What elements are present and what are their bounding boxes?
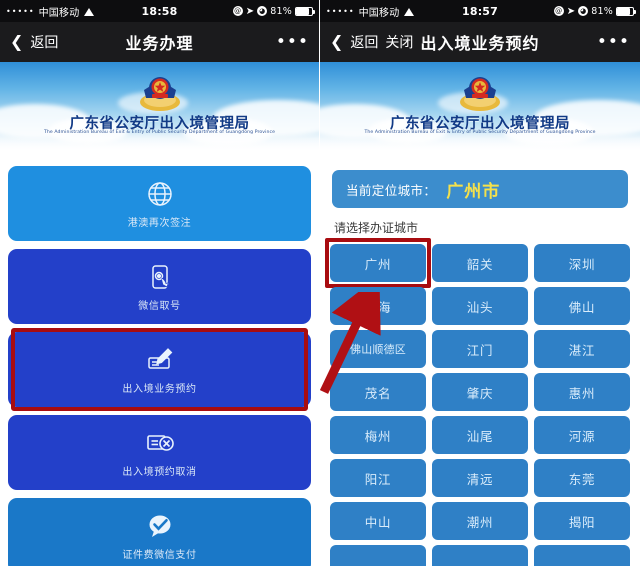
wifi-icon <box>83 7 95 16</box>
right-screen: ••••• 中国移动 18:57 @ ➤ ◕ 81% ❮ 返回 关闭 出入境业务… <box>320 0 640 566</box>
menu-item-wechat-payment[interactable]: 证件费微信支付 <box>8 498 311 566</box>
rotation-lock-icon: @ <box>553 6 564 16</box>
choose-city-label: 请选择办证城市 <box>334 221 419 235</box>
current-location-city: 广州市 <box>446 181 501 202</box>
status-left-group: ••••• 中国移动 <box>326 4 462 19</box>
nav-bar-right: ❮ 返回 关闭 出入境业务预约 ••• <box>320 22 640 62</box>
city-button[interactable]: 深圳 <box>534 244 630 282</box>
chevron-left-icon[interactable]: ❮ <box>330 34 343 50</box>
signal-dots-icon: ••••• <box>6 6 35 16</box>
current-location-bar: 当前定位城市： 广州市 <box>332 170 628 208</box>
city-button[interactable]: 珠海 <box>330 287 426 325</box>
close-button[interactable]: 关闭 <box>385 32 413 52</box>
wechat-check-icon <box>143 511 177 541</box>
carrier-label: 中国移动 <box>358 7 400 19</box>
menu-item-label: 证件费微信支付 <box>122 549 197 561</box>
city-grid-wrapper: 广州 韶关 深圳珠海 汕头 佛山佛山顺德区 江门 湛江茂名 肇庆 惠州梅州 汕尾 河源阳江 清远 东莞中… <box>320 238 630 566</box>
city-button[interactable]: 茂名 <box>330 373 426 411</box>
location-arrow-icon: ➤ <box>245 5 255 17</box>
city-button[interactable]: 中山 <box>330 502 426 540</box>
battery-percent-label: 81% <box>591 5 614 17</box>
city-button[interactable]: 东莞 <box>534 459 630 497</box>
city-grid: 广州 韶关 深圳珠海 汕头 佛山佛山顺德区 江门 湛江茂名 肇庆 惠州梅州 汕尾 河源阳江 清远 东莞中… <box>325 238 630 566</box>
menu-item-appointment-cancel[interactable]: 出入境预约取消 <box>8 415 311 490</box>
menu-item-label: 微信取号 <box>138 300 181 312</box>
status-right-group: @ ➤ ◕ 81% <box>178 5 316 17</box>
city-button[interactable]: 江门 <box>432 330 528 368</box>
menu-item-label: 出入境预约取消 <box>122 466 197 478</box>
menu-item-wechat-ticket[interactable]: 微信取号 <box>8 249 311 324</box>
rotation-lock-icon: @ <box>232 6 243 16</box>
city-button[interactable]: 惠州 <box>534 373 630 411</box>
status-bar-right: ••••• 中国移动 18:57 @ ➤ ◕ 81% <box>320 0 640 22</box>
clock-label: 18:58 <box>141 4 178 18</box>
police-badge-icon <box>139 77 180 111</box>
city-button[interactable]: 佛山顺德区 <box>330 330 426 368</box>
clock-label: 18:57 <box>462 4 499 18</box>
menu-item-label: 出入境业务预约 <box>122 383 197 395</box>
globe-icon <box>143 179 177 209</box>
city-button[interactable]: 清远 <box>432 459 528 497</box>
battery-icon <box>295 6 316 16</box>
city-button[interactable]: 广州 <box>325 238 431 288</box>
more-options-button[interactable]: ••• <box>597 33 630 51</box>
carrier-label: 中国移动 <box>38 7 80 19</box>
city-button[interactable]: 河源 <box>534 416 630 454</box>
location-arrow-icon: ➤ <box>566 5 576 17</box>
alarm-clock-icon: ◕ <box>578 6 589 16</box>
chevron-left-icon: ❮ <box>10 32 24 51</box>
back-button[interactable]: ❮ 返回 <box>10 32 58 52</box>
menu-item-hk-macau-endorsement[interactable]: 港澳再次签注 <box>8 166 311 241</box>
back-label: 返回 <box>30 35 59 51</box>
wifi-icon <box>403 7 415 16</box>
city-button[interactable] <box>432 545 528 566</box>
status-right-group: @ ➤ ◕ 81% <box>498 5 637 17</box>
status-left-group: ••••• 中国移动 <box>6 4 142 19</box>
city-button[interactable]: 韶关 <box>432 244 528 282</box>
city-button[interactable]: 汕头 <box>432 287 528 325</box>
current-location-label: 当前定位城市： <box>346 182 437 198</box>
city-button[interactable] <box>534 545 630 566</box>
agency-banner-left: 广东省公安厅出入境管理局 The Administration Bureau o… <box>0 62 319 158</box>
agency-banner-right: 广东省公安厅出入境管理局 The Administration Bureau o… <box>320 62 640 158</box>
city-button[interactable] <box>330 545 426 566</box>
city-selection-body: 当前定位城市： 广州市 请选择办证城市 广州 韶关 深圳珠海 汕头 佛山佛山顺德区 江门湛… <box>320 170 640 566</box>
status-bar-left: ••••• 中国移动 18:58 @ ➤ ◕ 81% <box>0 0 319 22</box>
service-menu: 港澳再次签注 微信取号 出入境业务预约 出入境预约取消 证件费微信支付 <box>0 158 319 566</box>
card-cancel-icon <box>143 428 177 458</box>
more-options-button[interactable]: ••• <box>276 33 309 51</box>
city-button[interactable]: 阳江 <box>330 459 426 497</box>
phone-tap-icon <box>143 262 177 292</box>
back-button[interactable]: 返回 <box>350 32 378 52</box>
signal-dots-icon: ••••• <box>326 6 355 16</box>
battery-icon <box>616 6 637 16</box>
city-button[interactable]: 佛山 <box>534 287 630 325</box>
menu-item-exit-entry-appointment[interactable]: 出入境业务预约 <box>8 328 311 411</box>
pencil-card-icon <box>143 345 177 375</box>
city-button[interactable]: 梅州 <box>330 416 426 454</box>
nav-bar-left: ❮ 返回 业务办理 ••• <box>0 22 319 62</box>
left-screen: ••••• 中国移动 18:58 @ ➤ ◕ 81% ❮ 返回 业务办理 ••• <box>0 0 320 566</box>
city-button[interactable]: 揭阳 <box>534 502 630 540</box>
city-button[interactable]: 肇庆 <box>432 373 528 411</box>
alarm-clock-icon: ◕ <box>257 6 268 16</box>
menu-item-label: 港澳再次签注 <box>127 217 192 229</box>
nav-left-group: ❮ 返回 关闭 <box>330 32 413 52</box>
police-badge-icon <box>460 77 500 111</box>
city-button[interactable]: 汕尾 <box>432 416 528 454</box>
battery-percent-label: 81% <box>270 5 293 17</box>
city-button[interactable]: 潮州 <box>432 502 528 540</box>
city-button[interactable]: 湛江 <box>534 330 630 368</box>
